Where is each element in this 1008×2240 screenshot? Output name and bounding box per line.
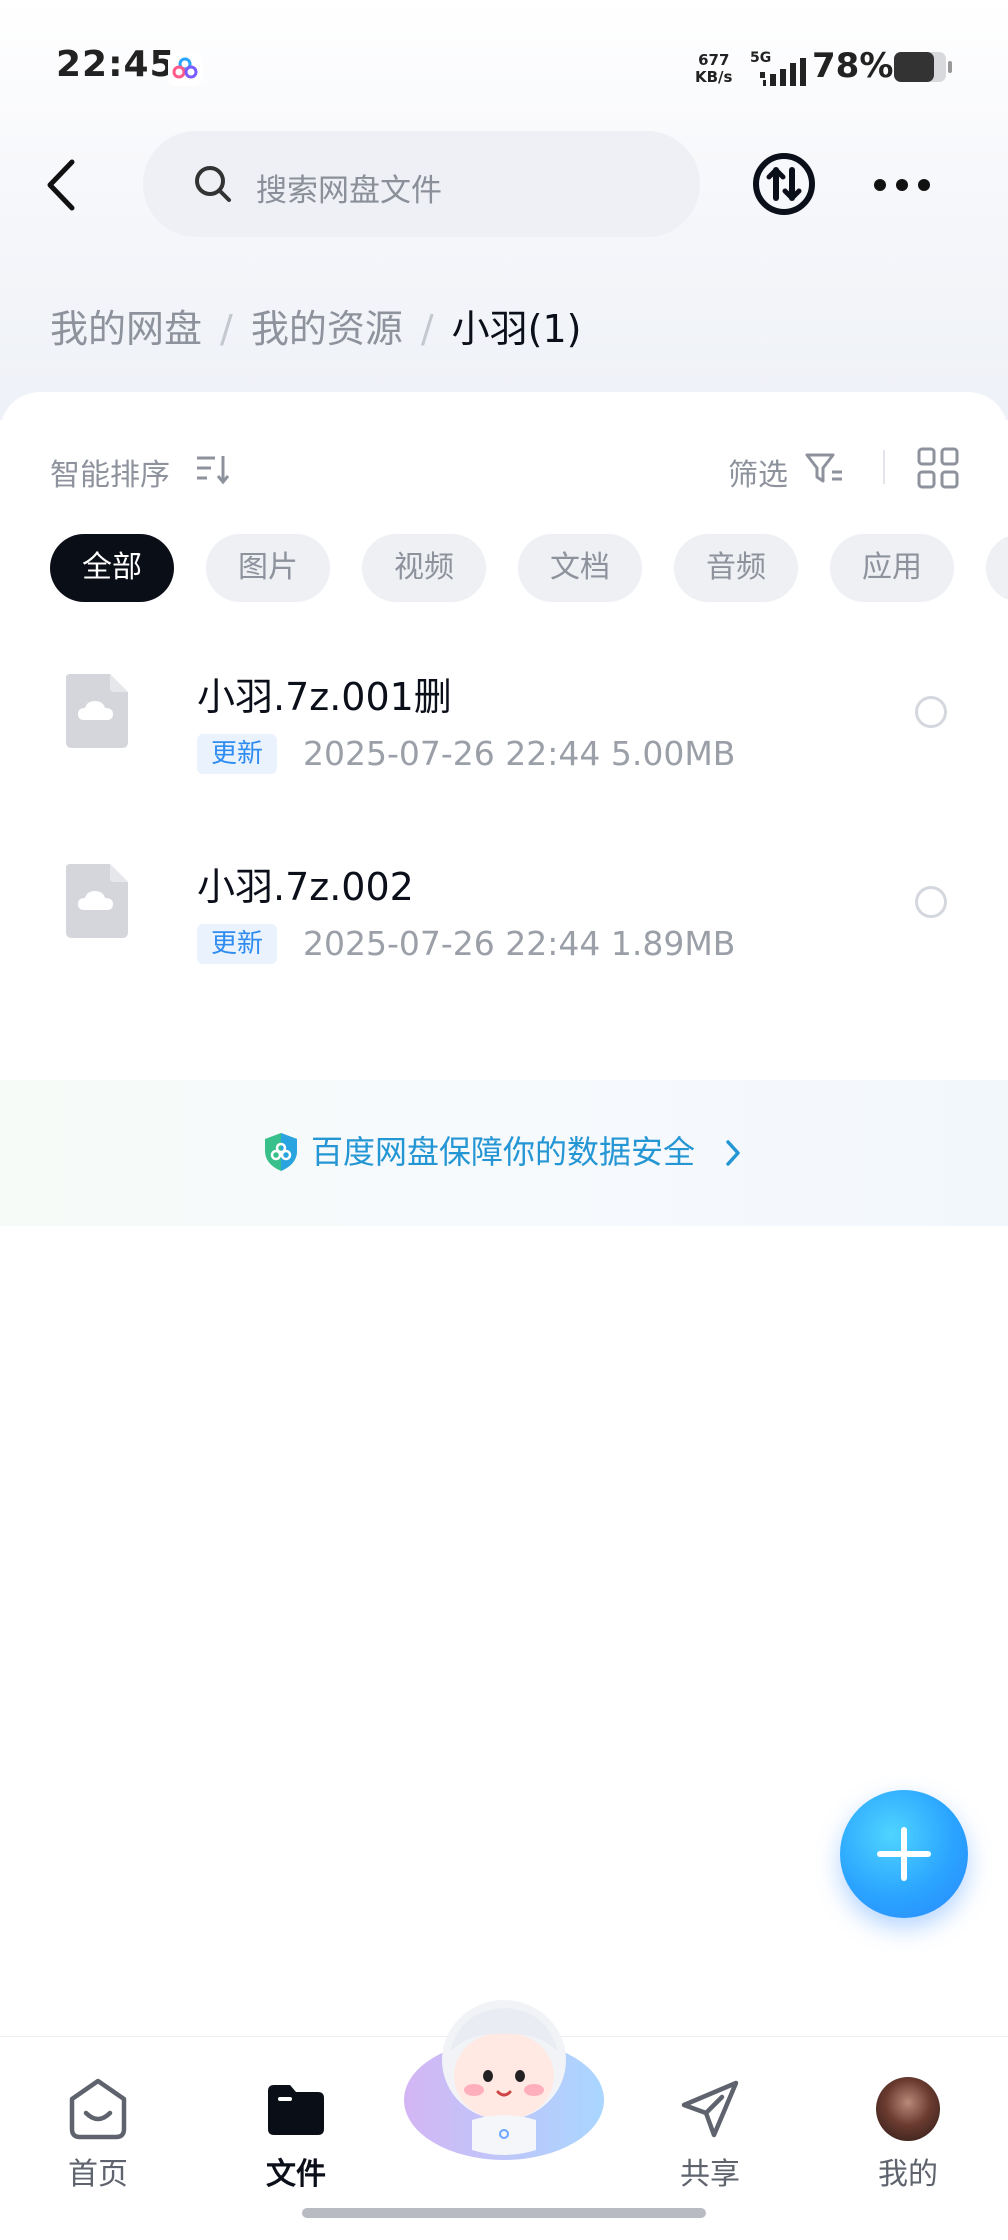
toolbar-divider (883, 450, 885, 484)
nav-item-me[interactable]: 我的 (848, 2057, 968, 2192)
tab-all[interactable]: 全部 (50, 534, 174, 602)
list-item[interactable]: 小羽.7z.002 更新 2025-07-26 22:44 1.89MB (0, 826, 1008, 1006)
file-name: 小羽.7z.002 (197, 865, 414, 909)
status-time: 22:45 (56, 44, 176, 85)
home-indicator (302, 2208, 706, 2218)
add-button[interactable] (840, 1790, 968, 1918)
grid-view-icon[interactable] (917, 447, 959, 489)
select-checkbox[interactable] (915, 696, 947, 728)
security-text: 百度网盘保障你的数据安全 (311, 1133, 696, 1171)
breadcrumb: 我的网盘 / 我的资源 / 小羽(1) (50, 298, 581, 353)
list-item[interactable]: 小羽.7z.001删 更新 2025-07-26 22:44 5.00MB (0, 636, 1008, 816)
breadcrumb-current: 小羽(1) (451, 307, 582, 351)
category-tabs: 全部 图片 视频 文档 音频 应用 (50, 534, 1008, 602)
breadcrumb-item-my-resources[interactable]: 我的资源 (251, 307, 403, 351)
folder-icon (268, 2085, 324, 2135)
battery-icon (894, 52, 952, 82)
file-meta: 2025-07-26 22:44 1.89MB (303, 924, 736, 963)
tab-apps[interactable]: 应用 (830, 534, 954, 602)
tab-more[interactable] (986, 534, 1008, 602)
send-icon (681, 2080, 739, 2138)
update-badge: 更新 (197, 734, 278, 774)
nav-label-files: 文件 (266, 2157, 326, 2192)
tab-audio[interactable]: 音频 (674, 534, 798, 602)
status-bar: 22:45 677 KB/s 5G 78% (0, 0, 1008, 130)
more-icon[interactable] (870, 170, 934, 200)
cloud-file-icon (66, 674, 128, 748)
back-icon[interactable] (38, 150, 88, 220)
nav-item-share[interactable]: 共享 (650, 2057, 770, 2192)
signal-icon (760, 58, 806, 86)
search-icon (195, 166, 231, 202)
home-icon (69, 2078, 127, 2140)
nav-label-home: 首页 (68, 2157, 128, 2192)
search-placeholder: 搜索网盘文件 (256, 173, 442, 209)
file-meta: 2025-07-26 22:44 5.00MB (303, 734, 736, 773)
cloud-file-icon (66, 864, 128, 938)
baidu-netdisk-notification-icon (168, 52, 202, 86)
file-name: 小羽.7z.001删 (197, 675, 452, 719)
filter-icon (805, 453, 842, 483)
sort-icon (197, 456, 230, 485)
tab-images[interactable]: 图片 (206, 534, 330, 602)
breadcrumb-separator: / (220, 307, 233, 351)
breadcrumb-item-my-netdisk[interactable]: 我的网盘 (50, 307, 202, 351)
search-input[interactable]: 搜索网盘文件 (143, 131, 700, 237)
select-checkbox[interactable] (915, 886, 947, 918)
shield-icon (265, 1133, 297, 1171)
net-speed: 677 KB/s (695, 51, 733, 86)
filter-button[interactable]: 筛选 (728, 450, 788, 494)
battery-percent: 78% (812, 46, 894, 86)
nav-item-home[interactable]: 首页 (38, 2057, 158, 2192)
update-badge: 更新 (197, 924, 278, 964)
nav-label-me: 我的 (878, 2157, 938, 2192)
nav-label-share: 共享 (680, 2157, 740, 2192)
tab-videos[interactable]: 视频 (362, 534, 486, 602)
tab-documents[interactable]: 文档 (518, 534, 642, 602)
nav-item-files[interactable]: 文件 (236, 2057, 356, 2192)
avatar (876, 2077, 940, 2141)
chevron-right-icon (726, 1140, 740, 1166)
sort-button[interactable]: 智能排序 (50, 450, 170, 494)
assistant-mascot-icon[interactable] (400, 1980, 608, 2180)
transfer-list-icon[interactable] (752, 152, 816, 216)
breadcrumb-separator: / (420, 307, 434, 351)
plus-icon (877, 1827, 931, 1881)
